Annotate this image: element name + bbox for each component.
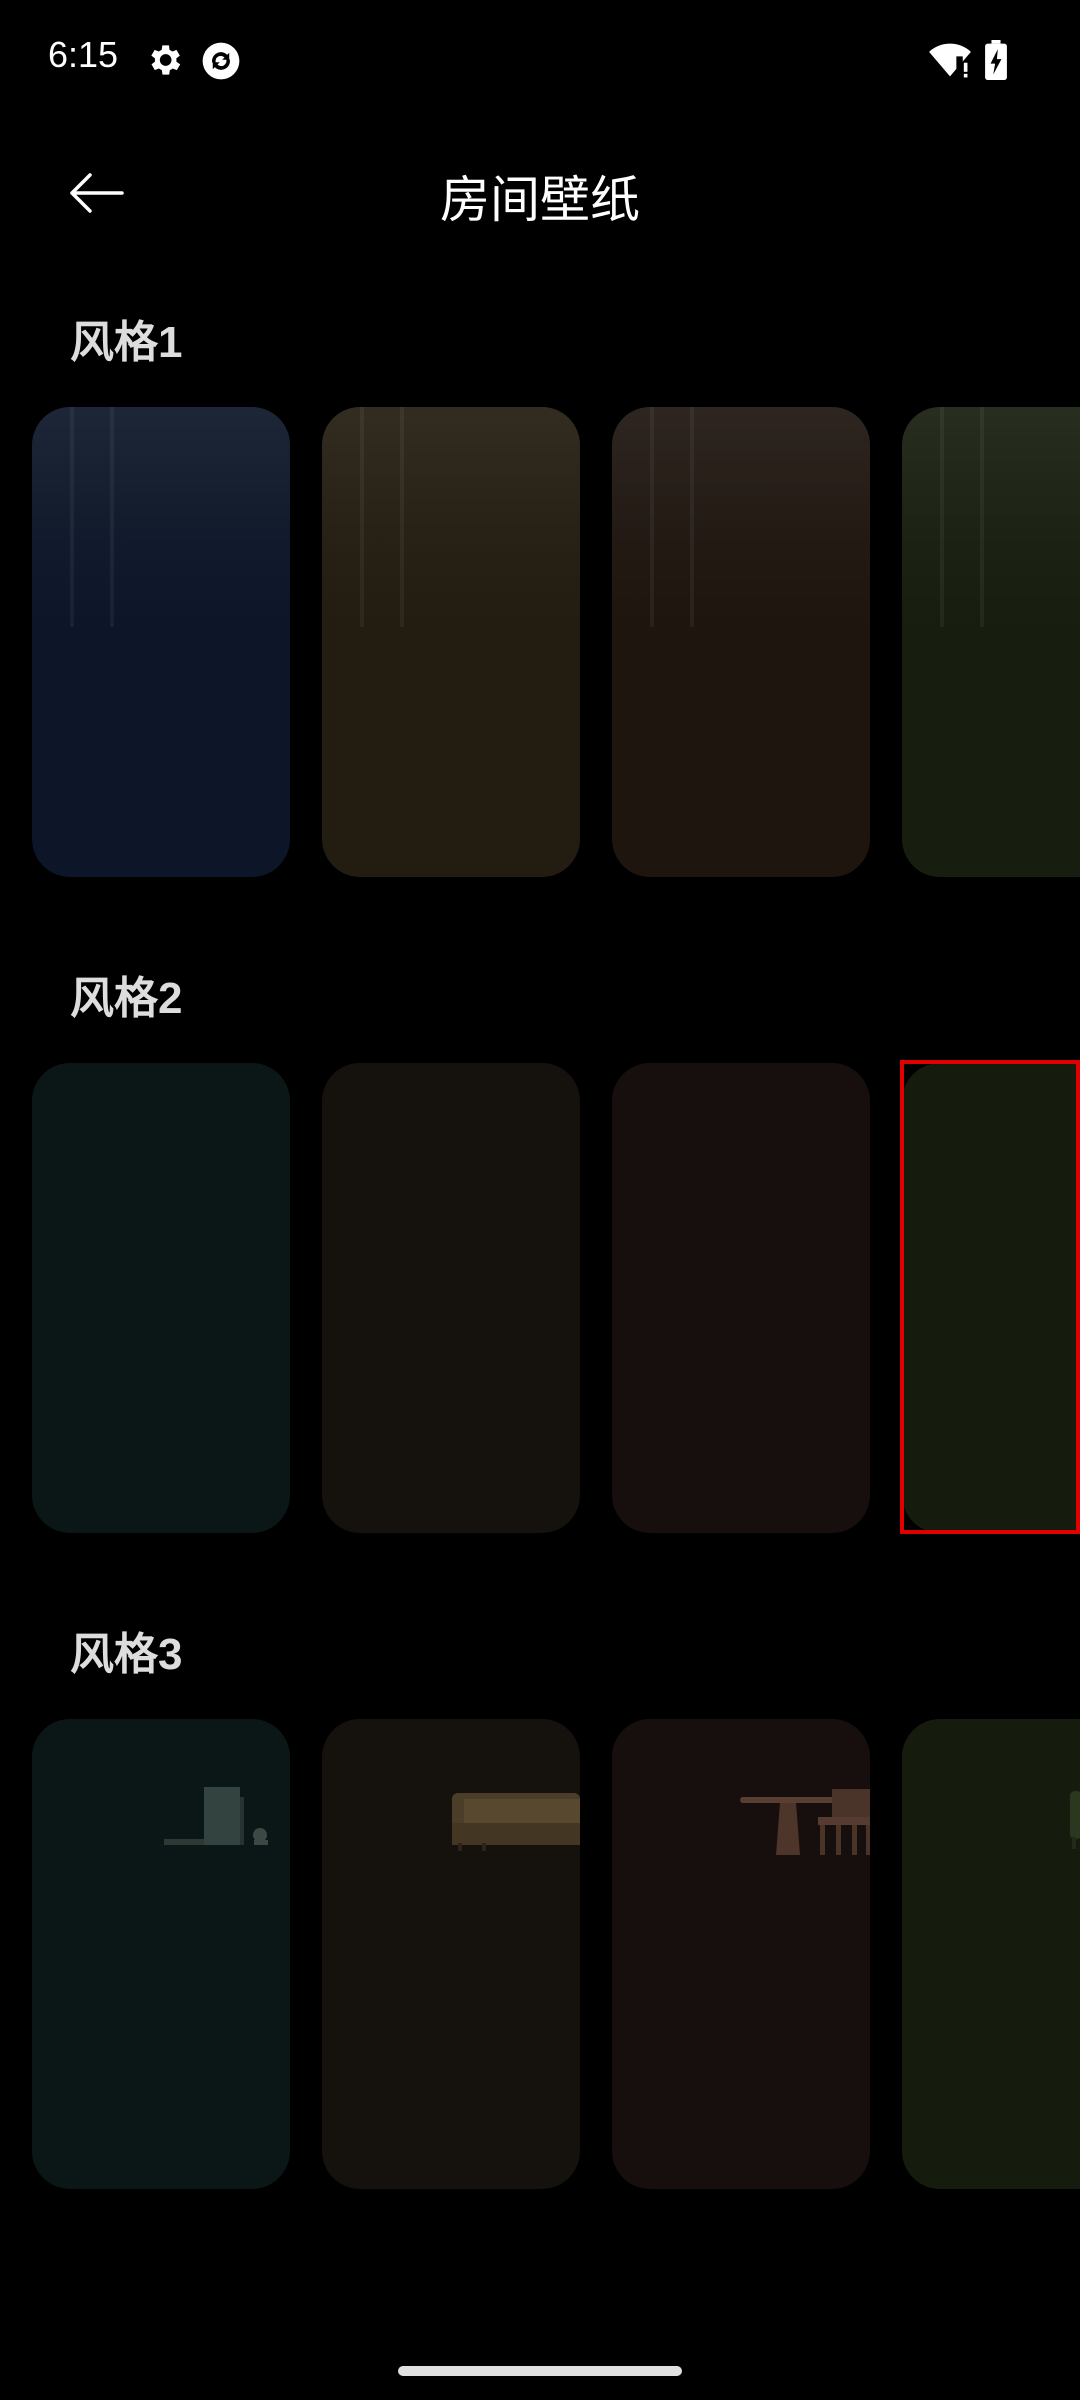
status-bar: 6:15 xyxy=(0,0,1080,120)
wallpaper-row-style-1[interactable] xyxy=(0,407,1080,877)
wallpaper-thumbnail xyxy=(322,1719,580,2189)
window-light-shadow xyxy=(612,407,870,627)
selection-highlight xyxy=(900,1060,1080,1534)
wallpaper-card[interactable] xyxy=(612,1719,870,2189)
wallpaper-card[interactable] xyxy=(902,407,1080,877)
wallpaper-thumbnail xyxy=(322,1063,580,1533)
dining-table-illustration xyxy=(740,1789,870,1855)
gear-icon xyxy=(144,40,184,80)
wallpaper-card[interactable] xyxy=(612,407,870,877)
wallpaper-row-style-3[interactable] xyxy=(0,1719,1080,2189)
section-title-style-1: 风格1 xyxy=(70,318,183,367)
sync-app-icon xyxy=(200,40,240,80)
wallpaper-card[interactable] xyxy=(322,407,580,877)
window-light-shadow xyxy=(32,407,290,627)
wallpaper-card[interactable] xyxy=(902,1719,1080,2189)
window-light-shadow xyxy=(322,407,580,627)
gesture-nav-handle[interactable] xyxy=(398,2366,682,2376)
wallpaper-thumbnail xyxy=(902,1719,1080,2189)
wallpaper-card[interactable] xyxy=(322,1719,580,2189)
chair-illustration xyxy=(1070,1791,1080,1849)
window-light-shadow xyxy=(902,407,1080,627)
section-title-style-2: 风格2 xyxy=(70,974,183,1023)
wallpaper-card[interactable] xyxy=(32,407,290,877)
wallpaper-card[interactable] xyxy=(32,1719,290,2189)
page-title: 房间壁纸 xyxy=(440,172,640,228)
wallpaper-thumbnail xyxy=(32,1063,290,1533)
cabinet-illustration xyxy=(164,1787,268,1845)
wifi-alert-icon xyxy=(928,40,971,80)
sofa-illustration xyxy=(452,1793,580,1851)
wallpaper-card[interactable] xyxy=(612,1063,870,1533)
wallpaper-thumbnail xyxy=(612,1063,870,1533)
wallpaper-card[interactable] xyxy=(32,1063,290,1533)
battery-charging-icon xyxy=(984,40,1024,80)
app-header: 房间壁纸 xyxy=(0,140,1080,250)
section-title-style-3: 风格3 xyxy=(70,1630,183,1679)
status-time: 6:15 xyxy=(48,34,119,75)
wallpaper-card[interactable] xyxy=(322,1063,580,1533)
